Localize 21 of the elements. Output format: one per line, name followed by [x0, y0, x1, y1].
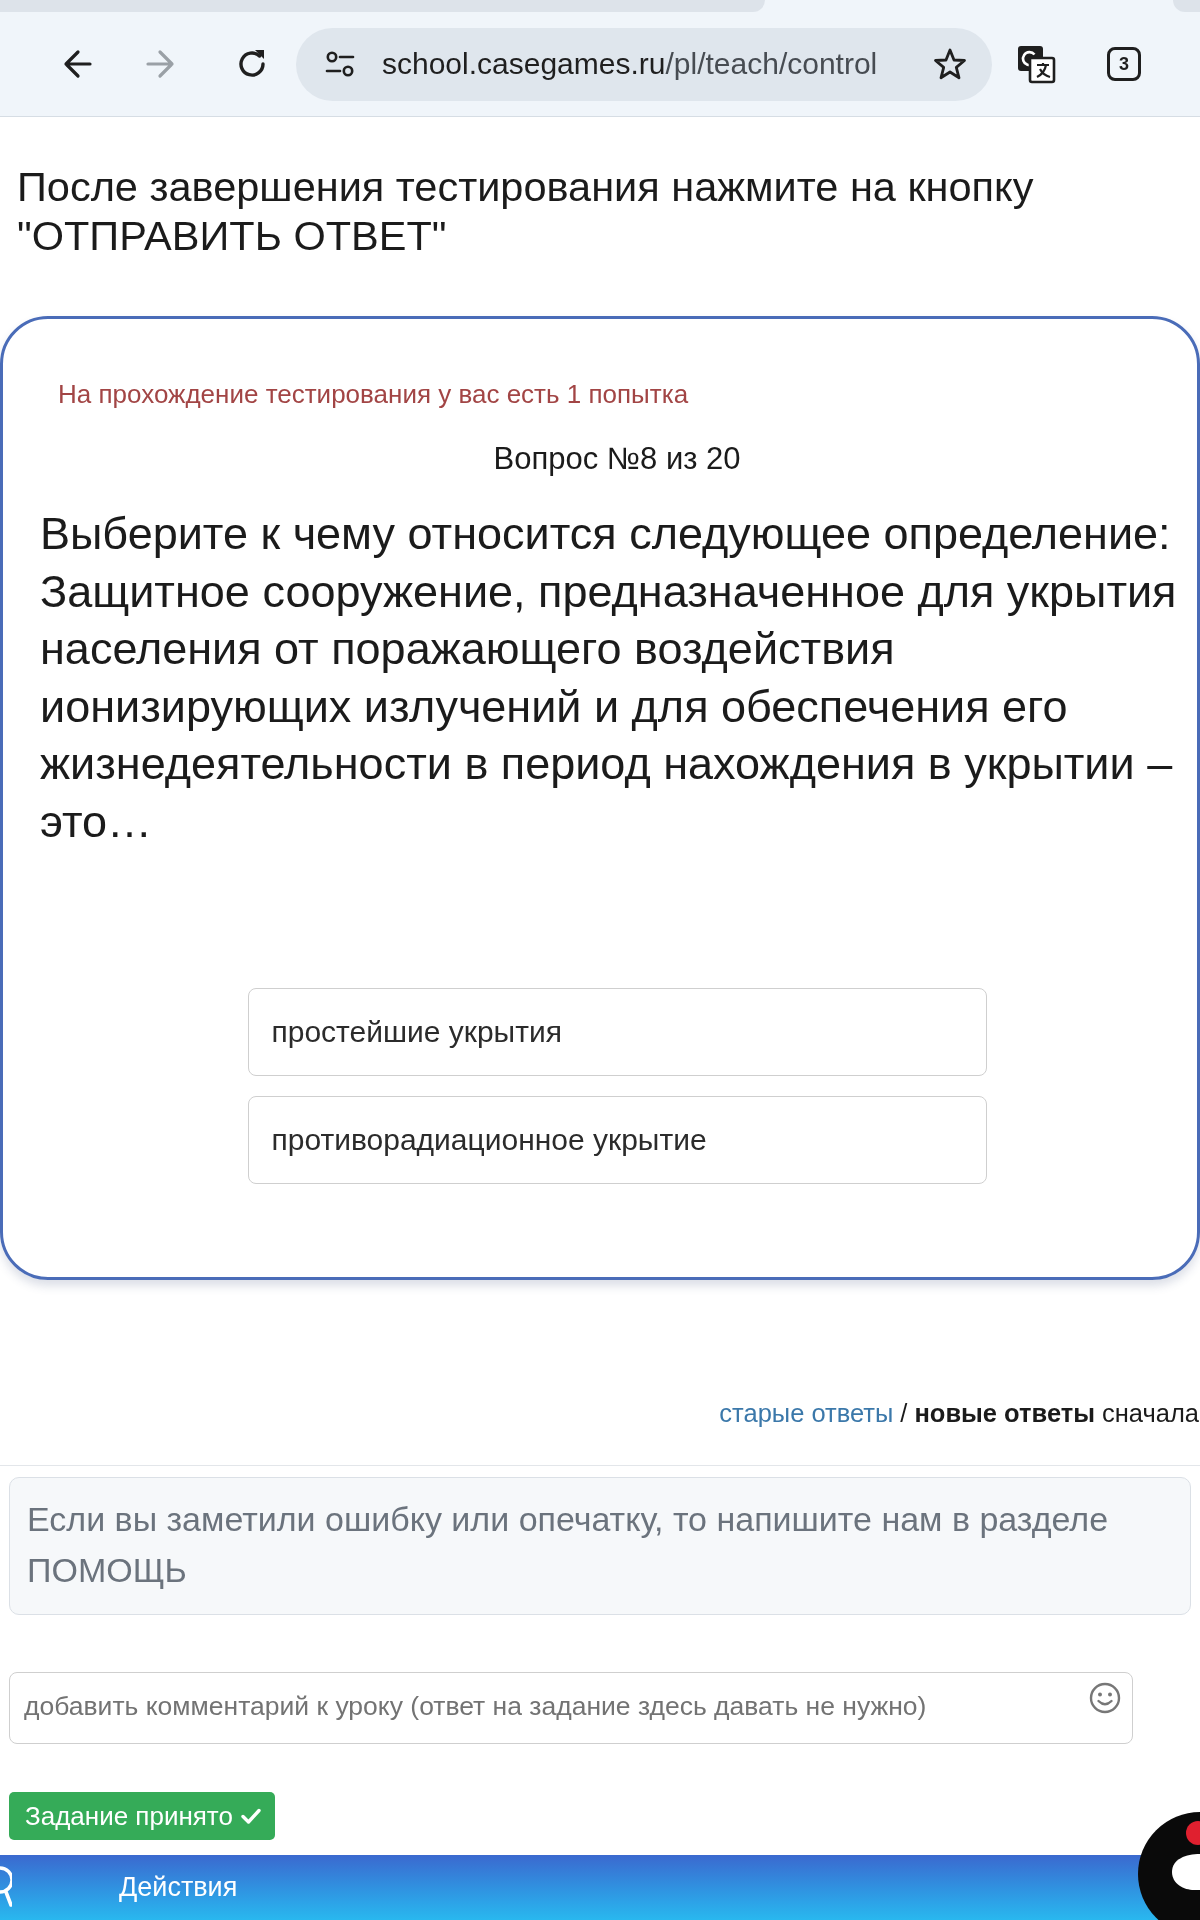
instruction-heading: После завершения тестирования нажмите на кнопку "ОТПРАВИТЬ ОТВЕТ" [17, 162, 1035, 260]
comment-field[interactable]: добавить комментарий к уроку (ответ на задание здесь давать не нужно) [9, 1672, 1133, 1744]
answer-option[interactable]: простейшие укрытия [247, 988, 987, 1076]
tab-count[interactable]: 3 [1107, 47, 1141, 81]
sort-link[interactable]: старые ответы [719, 1398, 894, 1428]
help-notice: Если вы заметили ошибку или опечатку, то напишите нам в разделе ПОМОЩЬ [9, 1477, 1191, 1615]
url-text: school.casegames.ru/pl/teach/control [382, 47, 879, 81]
answer-option[interactable]: противорадиационное укрытие [247, 1096, 987, 1184]
site-settings-icon[interactable] [325, 50, 355, 78]
chat-widget-icon[interactable] [1138, 1812, 1200, 1920]
translate-icon[interactable] [1016, 44, 1056, 84]
sort-suffix-text: сначала [1102, 1398, 1199, 1428]
smiley-icon[interactable] [1089, 1682, 1121, 1714]
question-text: Выберите к чему относится следующее определение: Защитное сооружение, предназначенное для укрытия населения от поражающего воздействия ионизирующих излучений и для обеспечения его жизнедеятельности в период нахождения в укрытии – это… [40, 507, 1178, 849]
address-bar[interactable]: school.casegames.ru/pl/teach/control [296, 27, 992, 101]
bookmark-star-icon[interactable] [933, 47, 967, 81]
check-icon [240, 1808, 261, 1824]
sort-current-label: новые ответы [914, 1398, 1095, 1428]
question-counter: Вопрос №8 из 20 [493, 440, 741, 478]
attempts-note: На прохождение тестирования у вас есть 1 попытка [58, 379, 689, 409]
separator-text: / [900, 1398, 908, 1428]
